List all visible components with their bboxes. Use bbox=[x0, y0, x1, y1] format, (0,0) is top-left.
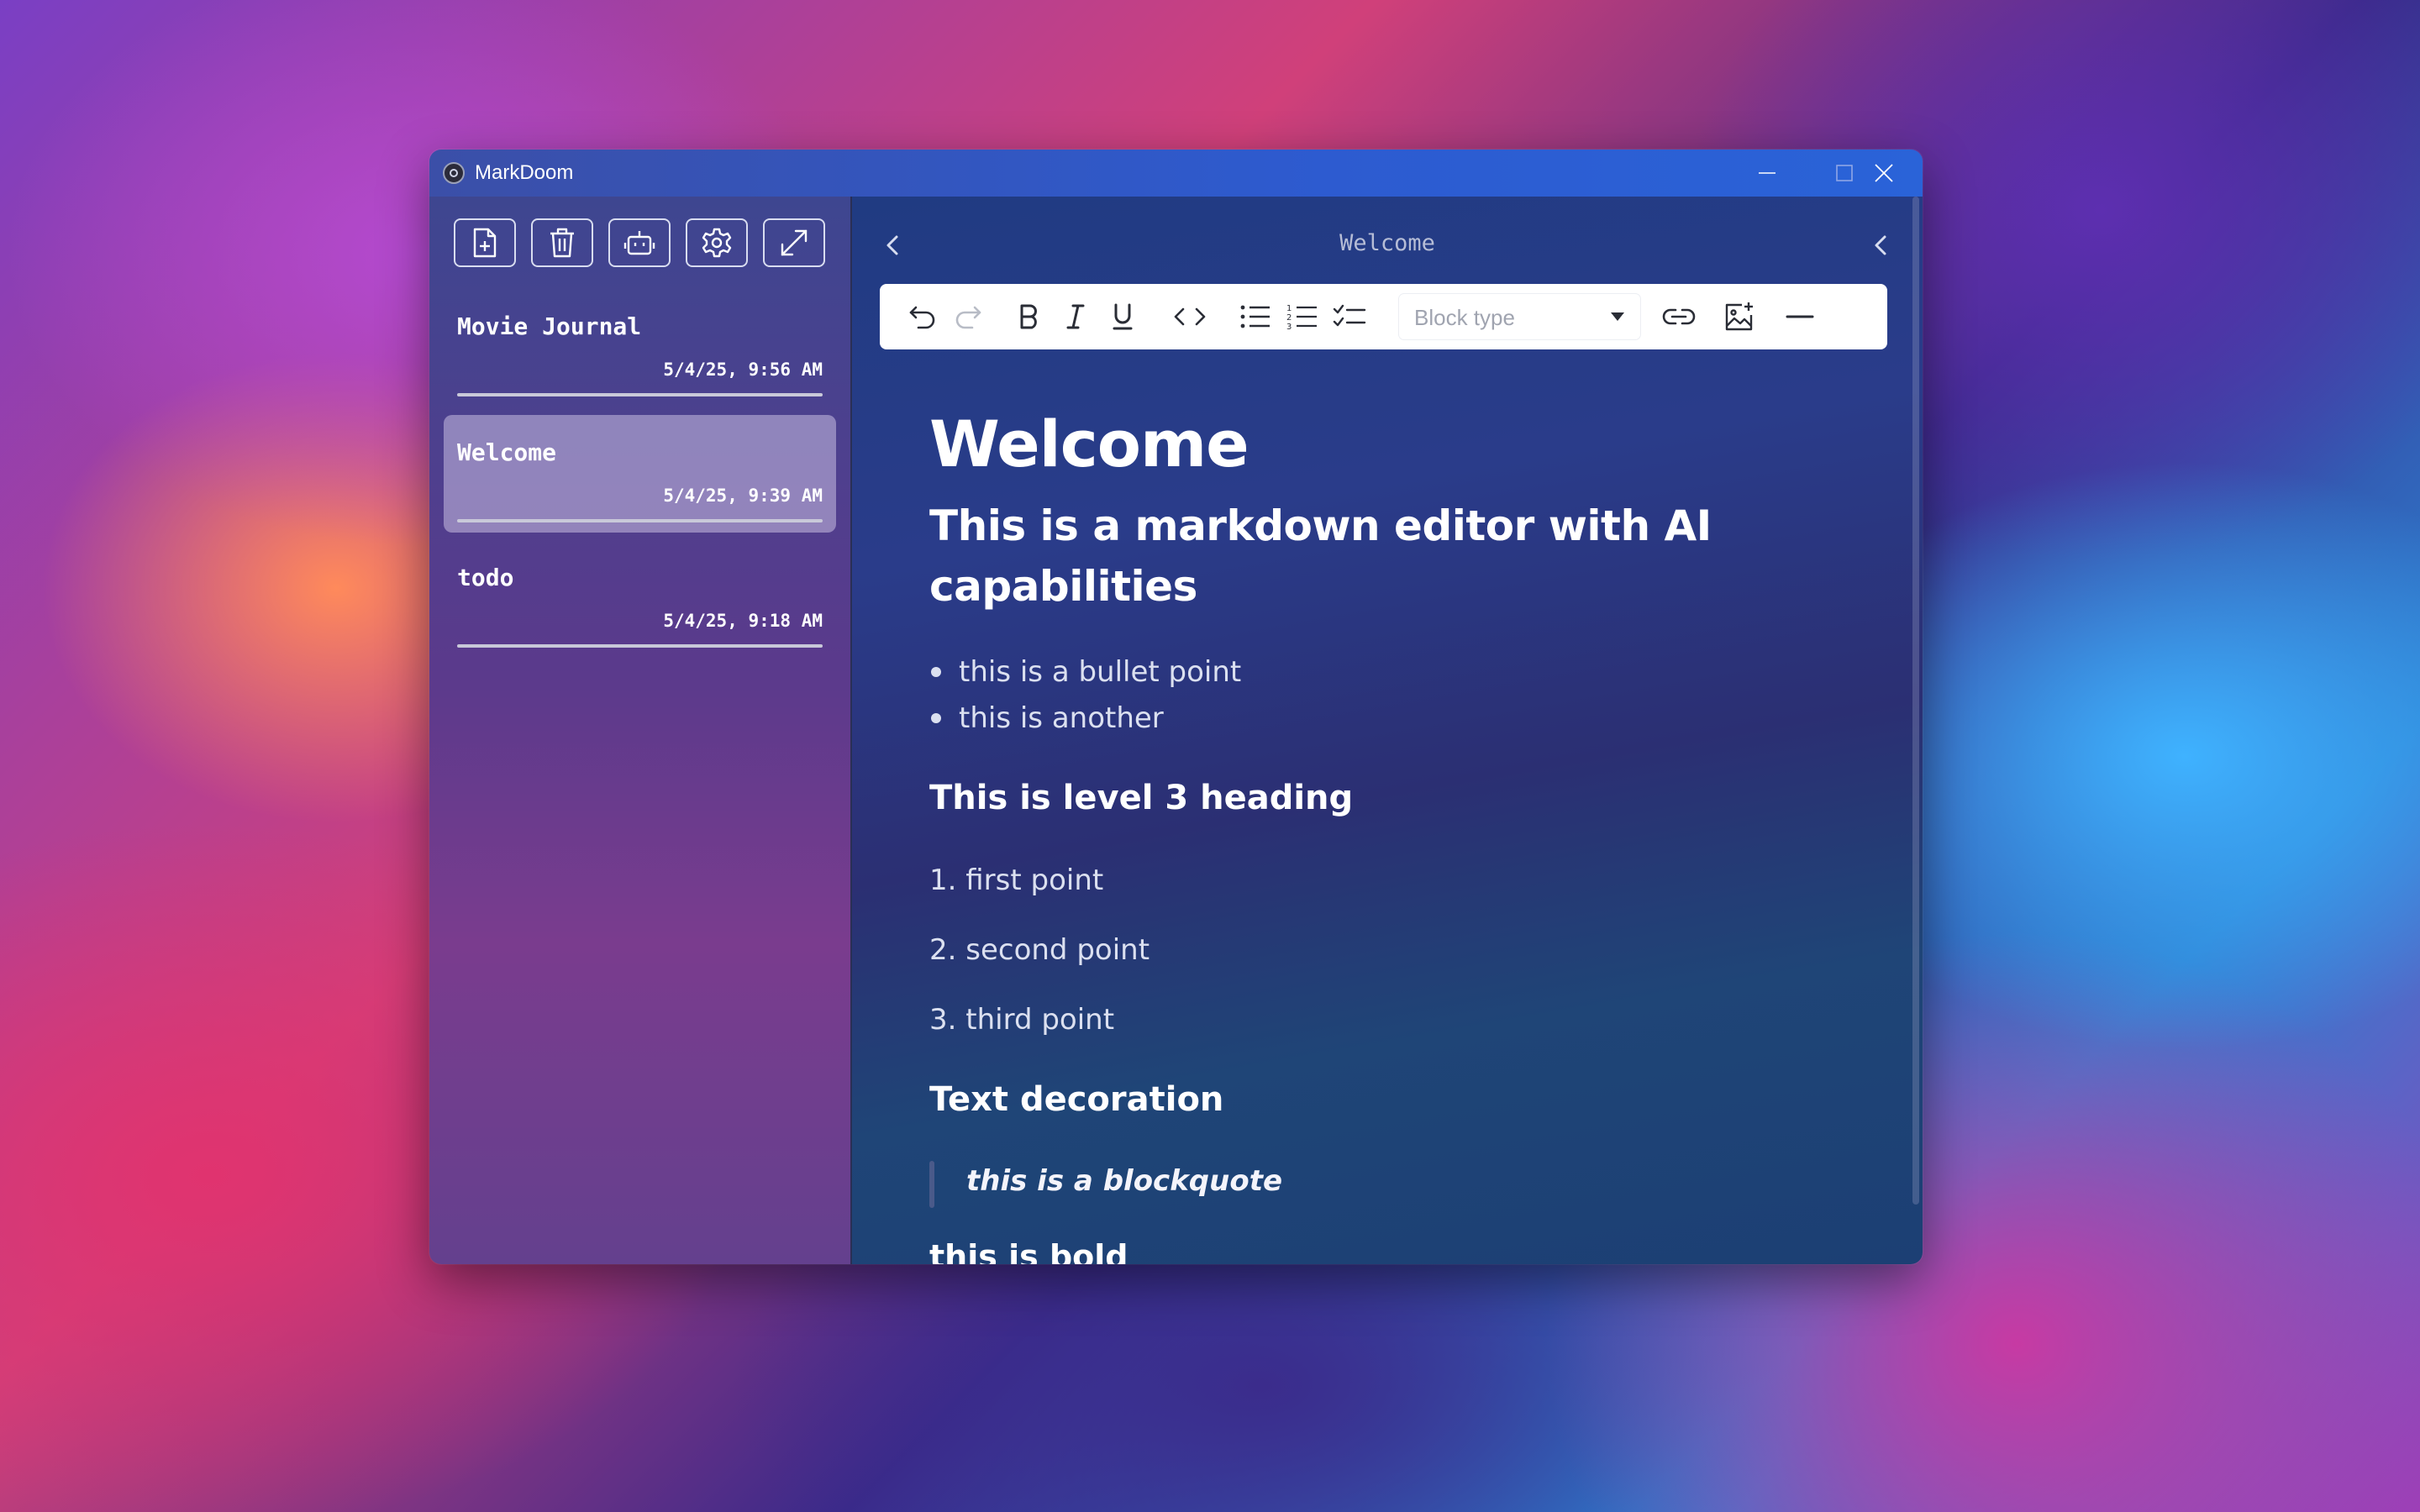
insert-link-button[interactable] bbox=[1660, 297, 1698, 336]
italic-icon bbox=[1066, 304, 1085, 329]
heading-3: This is level 3 heading bbox=[929, 779, 1354, 817]
checklist-button[interactable] bbox=[1330, 297, 1369, 336]
bullet-dot bbox=[931, 713, 941, 723]
heading-2: This is a markdown editor with AI capabi… bbox=[929, 501, 1712, 611]
note-date: 5/4/25, 9:56 AM bbox=[663, 360, 823, 380]
blockquote-text: this is a blockquote bbox=[966, 1164, 1283, 1198]
image-add-icon bbox=[1725, 302, 1753, 331]
horizontal-rule-button[interactable] bbox=[1781, 297, 1819, 336]
new-note-button[interactable] bbox=[454, 218, 516, 267]
blockquote: this is a blockquote bbox=[929, 1158, 1686, 1210]
svg-text:2: 2 bbox=[1286, 313, 1292, 323]
minimize-icon bbox=[1759, 172, 1776, 174]
underline-button[interactable] bbox=[1103, 297, 1142, 336]
list-item: this is a bullet point bbox=[931, 655, 1242, 689]
svg-text:3: 3 bbox=[1286, 323, 1292, 331]
italic-button[interactable] bbox=[1056, 297, 1095, 336]
list-item-text: this is another bbox=[959, 701, 1164, 735]
delete-note-button[interactable] bbox=[531, 218, 593, 267]
code-button[interactable] bbox=[1171, 297, 1209, 336]
undo-button[interactable] bbox=[903, 297, 942, 336]
list-item: this is another bbox=[931, 701, 1164, 735]
robot-icon bbox=[623, 231, 655, 255]
title-bar[interactable]: MarkDoom bbox=[429, 150, 1923, 197]
block-type-select[interactable]: Block type bbox=[1399, 294, 1640, 339]
caret-down-icon bbox=[1611, 312, 1624, 321]
heading-1: Welcome bbox=[929, 407, 1249, 481]
svg-text:1: 1 bbox=[1286, 304, 1292, 313]
blockquote-bar bbox=[929, 1161, 934, 1208]
note-divider bbox=[457, 519, 823, 522]
ai-assistant-button[interactable] bbox=[608, 218, 671, 267]
block-type-placeholder: Block type bbox=[1414, 305, 1515, 330]
formatting-toolbar: 123 Block type bbox=[880, 284, 1887, 349]
bullet-list-icon bbox=[1240, 305, 1270, 328]
minimize-button[interactable] bbox=[1728, 150, 1806, 197]
note-date: 5/4/25, 9:39 AM bbox=[663, 486, 823, 506]
note-item-welcome[interactable]: Welcome 5/4/25, 9:39 AM bbox=[444, 415, 836, 533]
sidebar: Movie Journal 5/4/25, 9:56 AM Welcome 5/… bbox=[429, 197, 852, 1264]
scrollbar[interactable] bbox=[1912, 197, 1919, 1205]
insert-image-button[interactable] bbox=[1720, 297, 1759, 336]
bullet-dot bbox=[931, 667, 941, 677]
note-item-todo[interactable]: todo 5/4/25, 9:18 AM bbox=[444, 540, 836, 658]
app-window: MarkDoom Movie Journal 5/4/25, 9:56 AM W… bbox=[429, 150, 1923, 1264]
app-title: MarkDoom bbox=[475, 161, 574, 184]
bold-button[interactable] bbox=[1009, 297, 1048, 336]
numbered-list-button[interactable]: 123 bbox=[1283, 297, 1322, 336]
underline-icon bbox=[1113, 303, 1133, 330]
bold-icon bbox=[1020, 304, 1037, 329]
chevron-left-icon bbox=[1875, 235, 1886, 255]
toggle-panel-button[interactable] bbox=[1864, 228, 1897, 262]
ordered-list-item: 3. third point bbox=[929, 1003, 1115, 1037]
editor-content[interactable]: Welcome This is a markdown editor with A… bbox=[929, 407, 1887, 1264]
close-icon bbox=[1875, 164, 1893, 182]
undo-icon bbox=[909, 306, 935, 329]
bold-text-line: this is bold bbox=[929, 1238, 1128, 1264]
close-button[interactable] bbox=[1845, 150, 1923, 197]
bullet-list-button[interactable] bbox=[1236, 297, 1275, 336]
link-icon bbox=[1662, 308, 1696, 325]
horizontal-rule-icon bbox=[1786, 315, 1814, 318]
editor-pane: Welcome 1 2 3 Block type Welcome This is… bbox=[852, 197, 1923, 1264]
note-title: Movie Journal bbox=[457, 312, 642, 340]
ordered-list-item: 1. first point bbox=[929, 864, 1104, 897]
gear-icon bbox=[702, 228, 732, 258]
expand-icon bbox=[781, 229, 808, 256]
new-note-icon bbox=[473, 228, 497, 258]
note-divider bbox=[457, 644, 823, 648]
note-title: todo bbox=[457, 564, 514, 591]
checklist-icon bbox=[1333, 304, 1366, 327]
fullscreen-button[interactable] bbox=[763, 218, 825, 267]
numbered-list-icon: 123 bbox=[1286, 304, 1317, 331]
trash-icon bbox=[550, 228, 574, 258]
code-icon bbox=[1174, 307, 1206, 326]
ordered-list-item: 2. second point bbox=[929, 933, 1150, 967]
note-divider bbox=[457, 393, 823, 396]
redo-icon bbox=[955, 306, 981, 329]
note-title: Welcome bbox=[457, 438, 557, 466]
note-date: 5/4/25, 9:18 AM bbox=[663, 611, 823, 631]
note-item-movie-journal[interactable]: Movie Journal 5/4/25, 9:56 AM bbox=[444, 289, 836, 407]
list-item-text: this is a bullet point bbox=[959, 655, 1242, 689]
document-title: Welcome bbox=[1339, 230, 1435, 256]
settings-button[interactable] bbox=[686, 218, 748, 267]
redo-button[interactable] bbox=[949, 297, 987, 336]
heading-3: Text decoration bbox=[929, 1080, 1224, 1119]
app-logo-icon bbox=[443, 162, 465, 184]
